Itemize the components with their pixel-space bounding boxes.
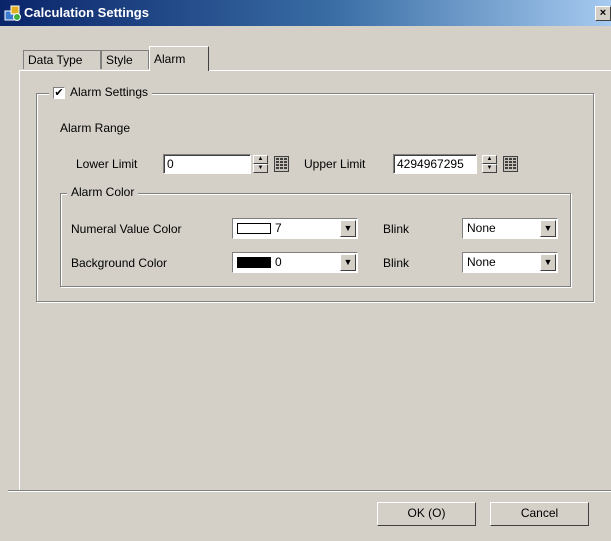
background-blink-value: None [467, 255, 496, 269]
window-title: Calculation Settings [24, 5, 149, 20]
background-color-swatch [237, 257, 271, 268]
upper-limit-spinner[interactable]: ▲ ▼ [482, 155, 497, 175]
numeral-color-value: 7 [275, 221, 282, 235]
background-blink-label: Blink [383, 256, 410, 270]
upper-limit-label: Upper Limit [304, 157, 366, 171]
alarm-settings-legend: ✔ Alarm Settings [49, 85, 153, 99]
tab-label: Style [106, 53, 133, 67]
tab-alarm[interactable]: Alarm [149, 46, 209, 71]
chevron-down-icon[interactable]: ▼ [540, 254, 556, 271]
tab-style[interactable]: Style [101, 50, 149, 69]
background-color-label: Background Color [71, 256, 168, 270]
numeral-value-color-label: Numeral Value Color [71, 222, 182, 236]
close-button[interactable]: × [595, 6, 611, 21]
spin-up-icon[interactable]: ▲ [253, 155, 268, 164]
numeral-blink-label: Blink [383, 222, 410, 236]
calculation-app-icon [4, 5, 21, 21]
lower-limit-calculator-icon[interactable] [274, 156, 289, 172]
lower-limit-input[interactable]: 0 [163, 154, 251, 174]
close-icon: × [599, 7, 607, 19]
upper-limit-input[interactable]: 4294967295 [393, 154, 477, 174]
background-blink-select[interactable]: None ▼ [462, 252, 558, 273]
cancel-button[interactable]: Cancel [490, 502, 589, 526]
tab-data-type[interactable]: Data Type [23, 50, 101, 69]
lower-limit-label: Lower Limit [76, 157, 138, 171]
footer-separator [8, 490, 611, 492]
title-bar: Calculation Settings × [0, 0, 611, 26]
numeral-blink-value: None [467, 221, 496, 235]
alarm-range-heading: Alarm Range [60, 121, 131, 135]
background-color-value: 0 [275, 255, 282, 269]
numeral-blink-select[interactable]: None ▼ [462, 218, 558, 239]
upper-limit-calculator-icon[interactable] [503, 156, 518, 172]
tab-label: Data Type [28, 53, 83, 67]
chevron-down-icon[interactable]: ▼ [540, 220, 556, 237]
spin-down-icon[interactable]: ▼ [482, 164, 497, 173]
numeral-value-color-select[interactable]: 7 ▼ [232, 218, 358, 239]
alarm-settings-label: Alarm Settings [70, 85, 149, 99]
checkmark-icon: ✔ [54, 86, 64, 99]
chevron-down-icon[interactable]: ▼ [340, 254, 356, 271]
spin-up-icon[interactable]: ▲ [482, 155, 497, 164]
ok-button[interactable]: OK (O) [377, 502, 476, 526]
alarm-settings-checkbox[interactable]: ✔ [53, 86, 65, 99]
tab-label: Alarm [154, 52, 186, 66]
chevron-down-icon[interactable]: ▼ [340, 220, 356, 237]
background-color-select[interactable]: 0 ▼ [232, 252, 358, 273]
alarm-color-legend: Alarm Color [67, 185, 139, 199]
numeral-color-swatch [237, 223, 271, 234]
spin-down-icon[interactable]: ▼ [253, 164, 268, 173]
lower-limit-spinner[interactable]: ▲ ▼ [253, 155, 268, 175]
